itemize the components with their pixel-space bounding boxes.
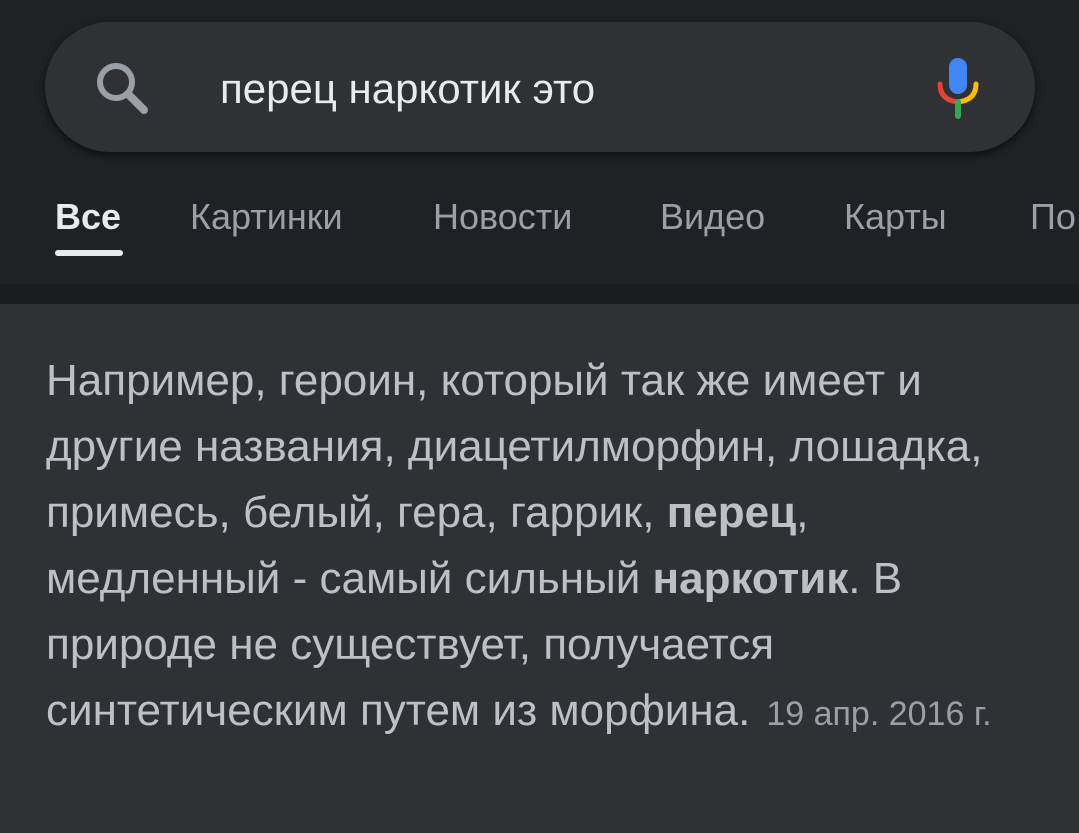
tab-videos[interactable]: Видео	[660, 190, 765, 244]
snippet-highlight-drug: наркотик	[652, 554, 849, 603]
search-icon[interactable]	[92, 58, 152, 118]
tab-all[interactable]: Все	[55, 190, 121, 244]
tab-maps[interactable]: Карты	[844, 190, 947, 244]
featured-snippet: Например, героин, который так же имеет и…	[46, 348, 1046, 747]
snippet-highlight-pepper: перец	[666, 488, 797, 537]
search-header: перец наркотик это Все Картинки Новости …	[0, 0, 1079, 286]
active-tab-indicator	[55, 250, 123, 256]
tab-news[interactable]: Новости	[433, 190, 572, 244]
snippet-text-1: Например, героин, который так же имеет и…	[46, 356, 983, 537]
snippet-date: 19 апр. 2016 г.	[766, 695, 992, 733]
header-divider	[0, 284, 1079, 304]
mic-icon[interactable]	[934, 56, 982, 120]
tab-more[interactable]: По	[1030, 190, 1076, 244]
tab-images[interactable]: Картинки	[190, 190, 343, 244]
search-input[interactable]: перец наркотик это	[220, 62, 595, 116]
search-tabs: Все Картинки Новости Видео Карты По	[0, 190, 1079, 270]
